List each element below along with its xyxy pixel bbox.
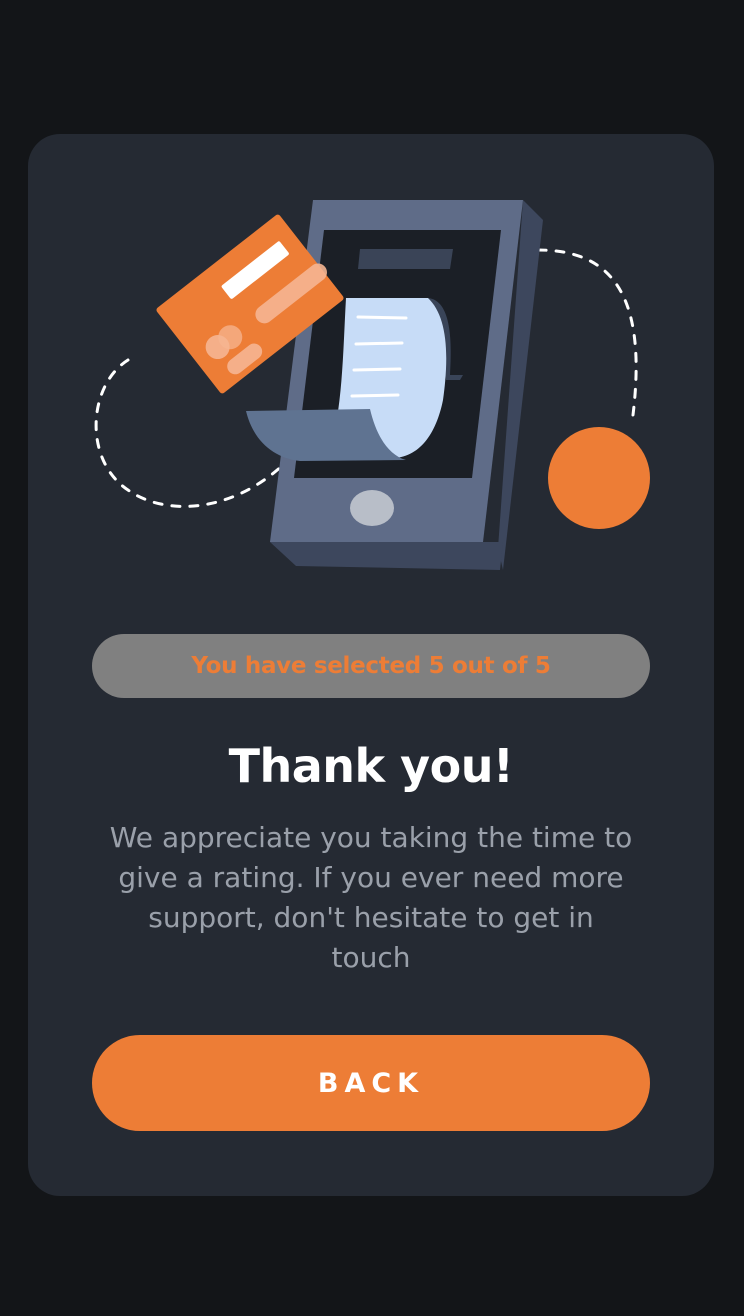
orange-circle-icon xyxy=(548,427,650,529)
phone-home-button-icon xyxy=(350,490,394,526)
phone-bottom-icon xyxy=(270,542,503,570)
rating-selection-badge: You have selected 5 out of 5 xyxy=(92,634,650,698)
dashed-orbit-left-icon xyxy=(94,358,285,508)
thank-you-message: We appreciate you taking the time to giv… xyxy=(109,821,633,974)
rating-selection-text: You have selected 5 out of 5 xyxy=(191,653,551,679)
dashed-orbit-right-icon xyxy=(536,248,638,417)
rating-thank-you-card: You have selected 5 out of 5 Thank you! … xyxy=(28,134,714,1196)
phone-receipt-illustration xyxy=(88,190,668,650)
phone-speaker-icon xyxy=(358,249,453,269)
phone-receipt-svg xyxy=(94,200,650,570)
back-button[interactable]: BACK xyxy=(92,1035,650,1131)
thank-you-title: Thank you! xyxy=(228,739,514,793)
